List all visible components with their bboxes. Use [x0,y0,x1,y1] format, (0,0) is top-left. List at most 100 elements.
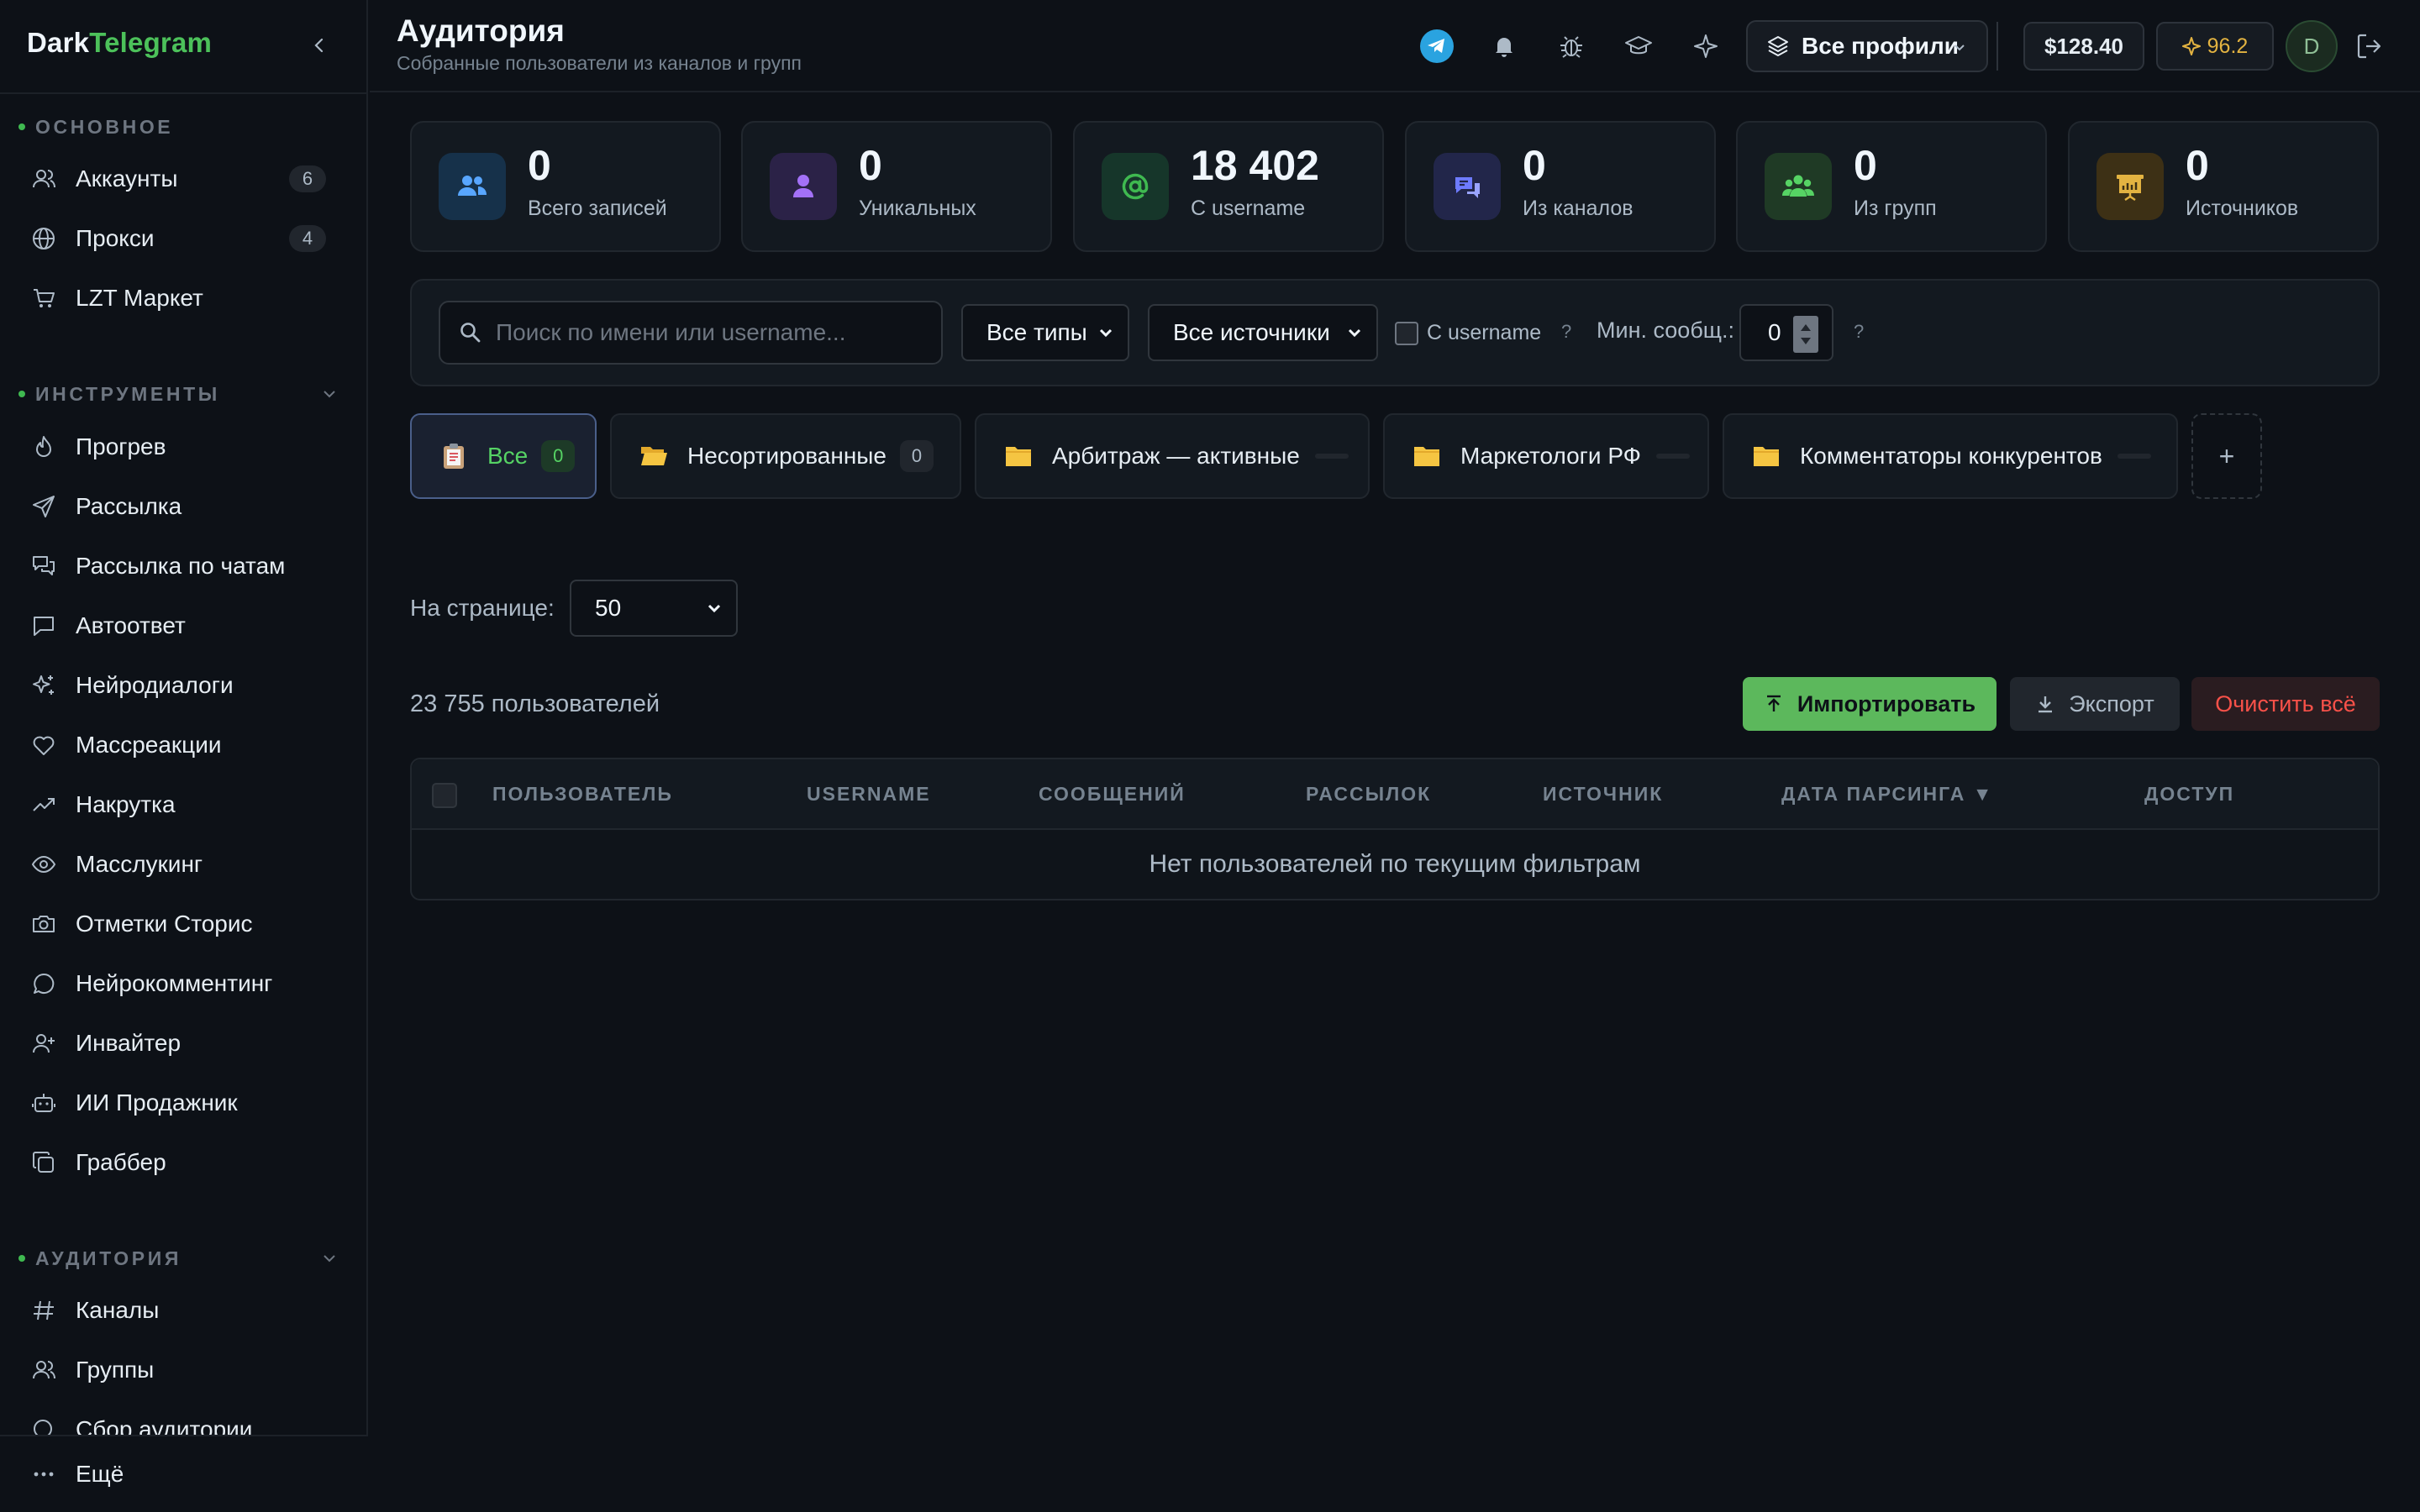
folder-tab-competitor-commenters[interactable]: Комментаторы конкурентов [1723,413,2178,499]
per-page-select[interactable]: 50 [570,580,738,637]
logout-button[interactable] [2351,28,2388,65]
sidebar-item-grabber[interactable]: Граббер [17,1138,350,1187]
sidebar-item-masslooking[interactable]: Масслукинг [17,840,350,889]
folder-tab-count [1314,454,1349,459]
globe-icon [29,223,59,254]
section-tools-header[interactable]: ИНСТРУМЕНТЫ [18,381,338,407]
logout-icon [2357,34,2381,59]
table-header: ПОЛЬЗОВАТЕЛЬ USERNAME СООБЩЕНИЙ РАССЫЛОК… [412,759,2378,830]
sidebar-item-inviter[interactable]: Инвайтер [17,1019,350,1068]
sidebar-item-massreactions[interactable]: Массреакции [17,721,350,769]
profile-select[interactable]: Все профили [1746,20,1988,72]
column-header-access[interactable]: ДОСТУП [2144,783,2234,806]
stat-value: 18 402 [1191,142,1319,189]
sidebar-item-chat-mailing[interactable]: Рассылка по чатам [17,542,350,591]
column-header-source[interactable]: ИСТОЧНИК [1543,783,1663,806]
send-icon [29,491,59,522]
sidebar-item-proxies[interactable]: Прокси 4 [17,214,350,263]
sidebar-item-boost[interactable]: Накрутка [17,780,350,829]
folder-tab-marketers[interactable]: Маркетологи РФ [1383,413,1709,499]
username-help-icon[interactable]: ? [1561,321,1571,343]
sidebar-item-label: Прокси [76,225,155,251]
column-header-parse-date[interactable]: ДАТА ПАРСИНГА ▼ [1781,783,1993,806]
sidebar-item-channels[interactable]: Каналы [17,1286,350,1335]
column-header-user[interactable]: ПОЛЬЗОВАТЕЛЬ [492,783,673,806]
folder-icon [1751,443,1781,470]
eye-icon [29,849,59,879]
telegram-button[interactable] [1418,28,1455,65]
folder-tab-arbitrage[interactable]: Арбитраж — активные [975,413,1370,499]
min-msgs-input[interactable]: 0 [1739,304,1833,361]
folder-icon [1412,443,1442,470]
sidebar-item-label: Рассылка [76,493,182,519]
sidebar-item-more[interactable]: Ещё [17,1450,350,1499]
per-page-value: 50 [595,595,622,621]
number-spinner[interactable] [1793,316,1818,353]
sidebar-item-story-tags[interactable]: Отметки Сторис [17,900,350,948]
chevron-down-icon [708,604,721,613]
section-audience-label: АУДИТОРИЯ [35,1247,182,1269]
sidebar-item-mailing[interactable]: Рассылка [17,482,350,531]
sidebar-item-warmup[interactable]: Прогрев [17,423,350,471]
folder-icon [1003,443,1034,470]
chats-icon [29,551,59,581]
export-button[interactable]: Экспорт [2010,677,2180,731]
sidebar-item-accounts[interactable]: Аккаунты 6 [17,155,350,203]
brand-divider [0,92,368,94]
source-select[interactable]: Все источники [1148,304,1378,361]
folder-tab-all[interactable]: Все 0 [410,413,597,499]
stat-value: 0 [859,142,882,189]
filters-panel: Поиск по имени или username... Все типы … [410,279,2380,386]
stat-card-from-channels: 0 Из каналов [1405,121,1716,252]
brand-logo[interactable]: DarkTelegram [27,27,212,64]
section-main-label: ОСНОВНОЕ [35,115,174,138]
chevron-down-icon [324,391,335,398]
type-select[interactable]: Все типы [961,304,1129,361]
add-folder-button[interactable]: + [2191,413,2262,499]
sidebar-item-neurocommenting[interactable]: Нейрокомментинг [17,959,350,1008]
sidebar-item-groups[interactable]: Группы [17,1346,350,1394]
search-input[interactable]: Поиск по имени или username... [439,301,943,365]
stat-card-sources: 0 Источников [2068,121,2379,252]
brand-part1: Dark [27,27,90,58]
username-checkbox[interactable] [1395,321,1418,345]
min-msgs-help-icon[interactable]: ? [1854,321,1864,343]
import-button[interactable]: Импортировать [1743,677,1996,731]
section-audience-header[interactable]: АУДИТОРИЯ [18,1246,338,1271]
sidebar-item-lzt-market[interactable]: LZT Маркет [17,274,350,323]
clear-all-button[interactable]: Очистить всё [2191,677,2380,731]
flame-icon [29,432,59,462]
folder-tab-count: 0 [900,440,934,472]
username-filter[interactable]: С username [1395,321,1541,345]
select-all-checkbox[interactable] [432,783,457,808]
stars-badge[interactable]: 96.2 [2156,22,2274,71]
sidebar-item-neurodialogs[interactable]: Нейродиалоги [17,661,350,710]
more-horizontal-icon [29,1459,59,1489]
folder-tab-unsorted[interactable]: Несортированные 0 [610,413,961,499]
bug-report-button[interactable] [1553,28,1590,65]
sidebar-item-ai-seller[interactable]: ИИ Продажник [17,1079,350,1127]
avatar[interactable]: D [2286,20,2338,72]
sidebar-item-label: Нейродиалоги [76,672,234,698]
message-circle-icon [29,969,59,999]
column-header-username[interactable]: USERNAME [807,783,931,806]
bug-icon [1560,36,1582,58]
import-label: Импортировать [1797,690,1976,717]
stat-value: 0 [1854,142,1877,189]
upload-icon [1766,695,1781,711]
section-tools-label: ИНСТРУМЕНТЫ [35,382,220,405]
ai-button[interactable] [1687,28,1724,65]
notifications-button[interactable] [1486,28,1523,65]
page-title: Аудитория [397,13,565,48]
cart-icon [29,283,59,313]
column-header-mailings[interactable]: РАССЫЛОК [1306,783,1431,806]
sidebar-item-label: Ещё [76,1461,124,1487]
username-checkbox-label: С username [1427,321,1542,344]
folder-tab-count [1655,454,1690,459]
academy-button[interactable] [1620,28,1657,65]
column-header-messages[interactable]: СООБЩЕНИЙ [1039,783,1186,806]
collapse-sidebar-button[interactable] [304,30,334,60]
sidebar-item-autoreply[interactable]: Автоответ [17,601,350,650]
balance-badge[interactable]: $128.40 [2023,22,2144,71]
chevron-down-icon [1348,328,1361,338]
